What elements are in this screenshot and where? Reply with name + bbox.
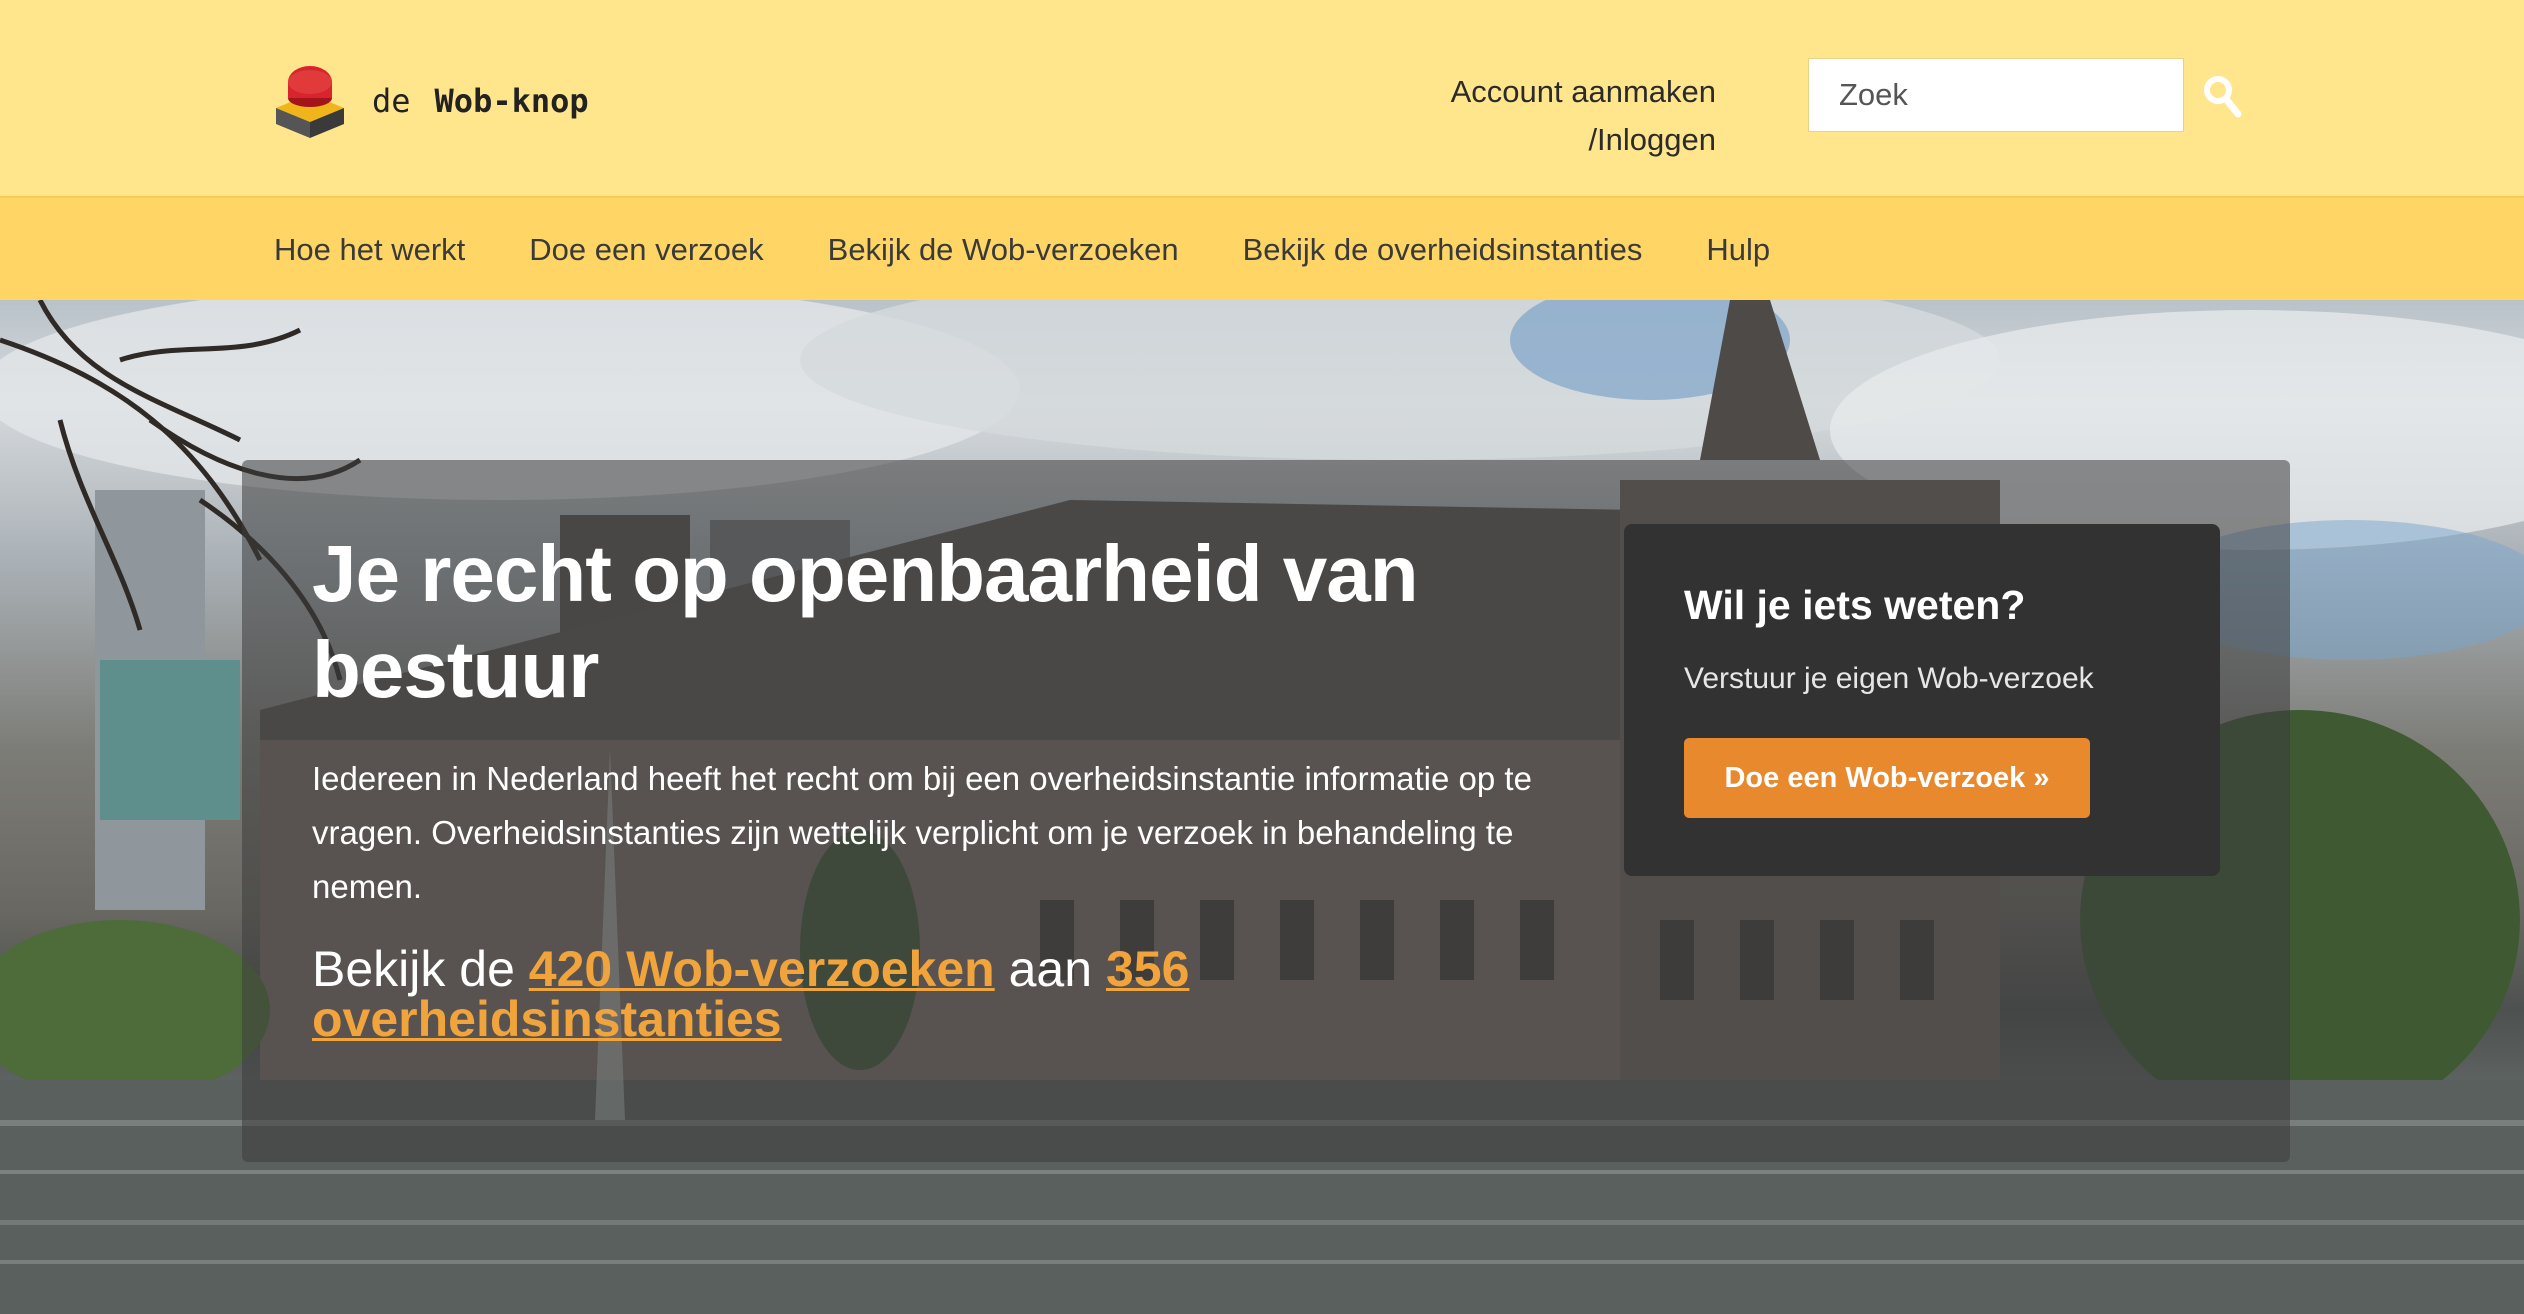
login-link[interactable]: /Inloggen [1451,116,1716,164]
logo[interactable]: de Wob-knop [274,64,589,138]
create-account-link[interactable]: Account aanmaken [1451,68,1716,116]
cta-subtitle: Verstuur je eigen Wob-verzoek [1684,662,2094,695]
nav-item-overheidsinstanties[interactable]: Bekijk de overheidsinstanties [1243,232,1643,268]
hero-title: Je recht op openbaarheid van bestuur [312,529,1419,714]
nav-item-hoe-het-werkt[interactable]: Hoe het werkt [274,232,465,268]
search-button[interactable] [2202,74,2242,118]
hero-stats: Bekijk de 420 Wob-verzoeken aan 356 over… [312,944,1612,1044]
nav-item-doe-een-verzoek[interactable]: Doe een verzoek [529,232,763,268]
logo-prefix: de [372,82,411,120]
account-links: Account aanmaken /Inloggen [1451,68,1716,164]
hero-stats-middle: aan [1008,941,1093,997]
main-nav: Hoe het werkt Doe een verzoek Bekijk de … [0,196,2524,300]
make-request-button[interactable]: Doe een Wob-verzoek » [1684,738,2090,818]
requests-count-link[interactable]: 420 Wob-verzoeken [529,941,995,997]
search-placeholder: Zoek [1839,77,1908,112]
cta-box: Wil je iets weten? Verstuur je eigen Wob… [1624,524,2220,876]
hero-stats-prefix: Bekijk de [312,941,515,997]
wob-knop-logo-icon [276,66,344,138]
header: de Wob-knop Account aanmaken /Inloggen Z… [0,0,2524,196]
search-icon [2204,76,2242,118]
cta-title: Wil je iets weten? [1684,582,2026,628]
nav-item-hulp[interactable]: Hulp [1706,232,1770,268]
logo-name: Wob-knop [434,82,589,120]
search-input[interactable]: Zoek [1808,58,2184,132]
hero-description: Iedereen in Nederland heeft het recht om… [312,760,1532,905]
nav-item-wob-verzoeken[interactable]: Bekijk de Wob-verzoeken [828,232,1179,268]
